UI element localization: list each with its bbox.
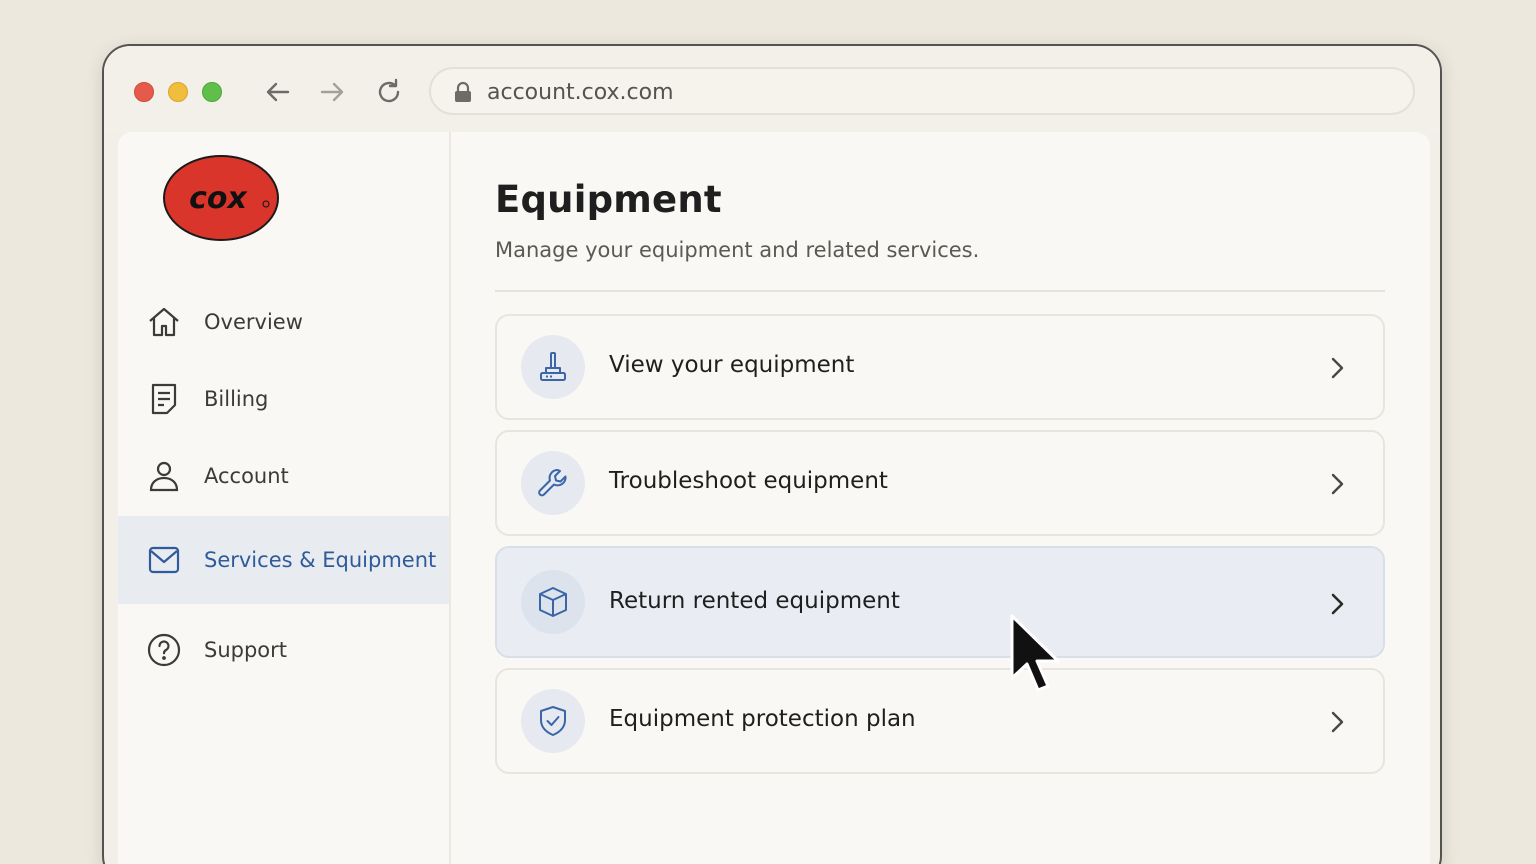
card-label: Equipment protection plan (609, 706, 916, 732)
page-subtitle: Manage your equipment and related servic… (495, 238, 980, 262)
document-icon (146, 381, 182, 417)
sidebar-item-services-equipment[interactable]: Services & Equipment (118, 516, 449, 604)
help-circle-icon (146, 632, 182, 668)
sidebar-item-overview[interactable]: Overview (118, 278, 449, 366)
view-equipment-card[interactable]: View your equipment (495, 314, 1385, 420)
sidebar-item-label: Services & Equipment (204, 548, 437, 572)
return-rented-equipment-card[interactable]: Return rented equipment (495, 546, 1385, 658)
page-content: cox Overview Billing Account Services & … (118, 132, 1430, 864)
box-icon (521, 570, 585, 634)
sidebar-item-label: Overview (204, 310, 303, 334)
card-label: Return rented equipment (609, 588, 900, 614)
sidebar-item-label: Support (204, 638, 288, 662)
page-title: Equipment (495, 178, 722, 221)
home-icon (146, 304, 182, 340)
address-bar[interactable]: account.cox.com (429, 67, 1415, 115)
equipment-protection-plan-card[interactable]: Equipment protection plan (495, 668, 1385, 774)
sidebar-item-support[interactable]: Support (118, 606, 449, 694)
logo-text: cox (189, 181, 248, 216)
forward-arrow-icon[interactable] (316, 76, 348, 108)
sidebar-item-label: Account (204, 464, 289, 488)
sidebar-item-account[interactable]: Account (118, 432, 449, 520)
troubleshoot-equipment-card[interactable]: Troubleshoot equipment (495, 430, 1385, 536)
envelope-icon (146, 542, 182, 578)
url-text: account.cox.com (487, 80, 674, 105)
browser-toolbar: account.cox.com (104, 46, 1440, 132)
user-icon (146, 458, 182, 494)
mouse-cursor-icon (1008, 614, 1060, 694)
card-label: Troubleshoot equipment (609, 468, 888, 494)
chevron-right-icon (1325, 472, 1349, 496)
chevron-right-icon (1325, 710, 1349, 734)
router-icon (521, 335, 585, 399)
browser-window: account.cox.com cox Overview Billing Acc… (102, 44, 1442, 864)
minimize-window-button[interactable] (168, 82, 188, 102)
cox-logo[interactable]: cox (162, 154, 280, 242)
sidebar-item-billing[interactable]: Billing (118, 355, 449, 443)
chevron-right-icon (1325, 592, 1349, 616)
maximize-window-button[interactable] (202, 82, 222, 102)
card-label: View your equipment (609, 352, 855, 378)
reload-icon[interactable] (373, 76, 405, 108)
chevron-right-icon (1325, 356, 1349, 380)
sidebar: cox Overview Billing Account Services & … (118, 132, 451, 864)
shield-check-icon (521, 689, 585, 753)
sidebar-item-label: Billing (204, 387, 269, 411)
lock-icon (453, 81, 473, 103)
close-window-button[interactable] (134, 82, 154, 102)
wrench-icon (521, 451, 585, 515)
divider (495, 290, 1385, 292)
main-panel: Equipment Manage your equipment and rela… (495, 132, 1385, 864)
back-arrow-icon[interactable] (262, 76, 294, 108)
